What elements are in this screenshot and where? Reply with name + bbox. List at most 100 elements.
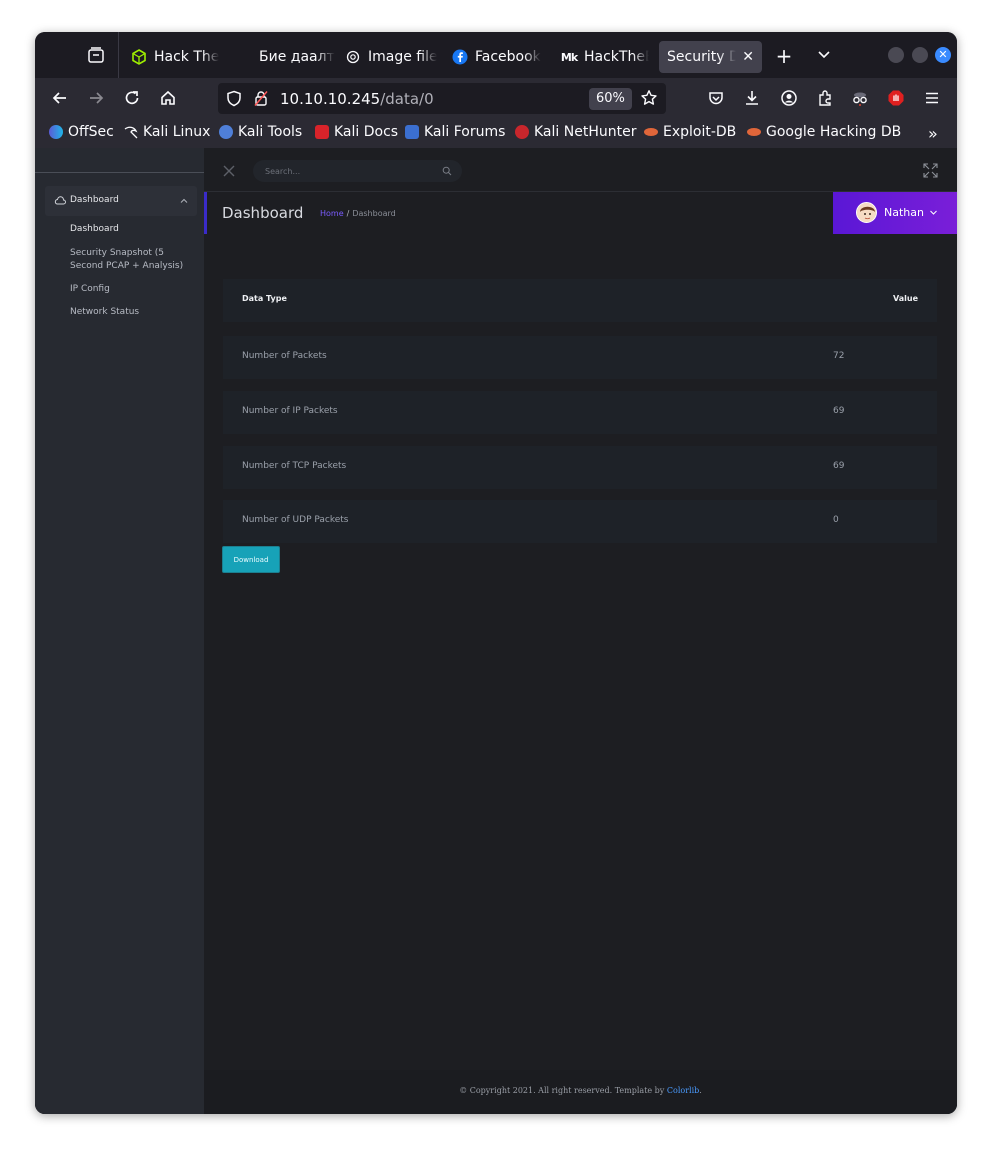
table-cell-value: 69	[833, 406, 845, 416]
kali-docs-icon	[315, 125, 329, 139]
sidebar: Dashboard Dashboard Security Snapshot (5…	[35, 148, 204, 1114]
bookmark-kali-forums[interactable]: Kali Forums	[405, 124, 505, 140]
tab-facebook[interactable]: Facebook	[452, 41, 550, 73]
cloud-icon	[54, 196, 66, 205]
chevron-double-right-icon[interactable]: »	[928, 124, 938, 143]
table-cell-value: 0	[833, 515, 839, 525]
search-box[interactable]	[253, 160, 462, 182]
sidebar-item-security-snapshot[interactable]: Security Snapshot (5 Second PCAP + Analy…	[70, 247, 190, 273]
breadcrumb-current: Dashboard	[352, 209, 396, 218]
sidebar-section-dashboard[interactable]: Dashboard	[45, 186, 197, 216]
user-name: Nathan	[884, 206, 924, 219]
insecure-lock-icon[interactable]	[254, 90, 268, 107]
bookmark-kali-tools[interactable]: Kali Tools	[219, 124, 302, 140]
browser-window: Hack The Бие даалт Image file Facebook M…	[35, 32, 957, 1114]
ublock-stop-icon[interactable]	[886, 88, 906, 108]
maximize-button[interactable]	[912, 47, 928, 63]
bookmark-label: Exploit-DB	[663, 124, 737, 140]
table-header-cell: Data Type	[242, 294, 287, 303]
colorlib-link[interactable]: Colorlib	[667, 1086, 699, 1095]
bookmark-label: Kali NetHunter	[534, 124, 637, 140]
tab-image-file[interactable]: Image file	[345, 41, 437, 73]
account-icon[interactable]	[779, 88, 799, 108]
reload-icon[interactable]	[122, 88, 142, 108]
download-button[interactable]: Download	[222, 546, 280, 573]
url-text[interactable]: 10.10.10.245/data/0	[280, 90, 434, 108]
kali-nethunter-icon	[515, 125, 529, 139]
forward-icon[interactable]	[86, 88, 106, 108]
bookmark-star-icon[interactable]	[640, 89, 658, 107]
incognito-extension-icon[interactable]	[850, 88, 870, 108]
search-icon[interactable]	[442, 166, 452, 176]
tab-title: Security Da	[667, 49, 737, 65]
breadcrumb: Home / Dashboard	[320, 209, 396, 218]
download-icon[interactable]	[742, 88, 762, 108]
facebook-icon	[452, 49, 468, 65]
shield-icon[interactable]	[226, 90, 242, 107]
back-icon[interactable]	[50, 88, 70, 108]
sidebar-item-dashboard[interactable]: Dashboard	[70, 223, 190, 236]
breadcrumb-home-link[interactable]: Home	[320, 209, 344, 218]
hackthebox-cube-icon	[131, 49, 147, 65]
tab-bie-daalt[interactable]: Бие даалт	[259, 41, 335, 73]
home-icon[interactable]	[158, 88, 178, 108]
url-path: /data/0	[380, 90, 434, 108]
table-cell-value: 69	[833, 461, 845, 471]
web-page: Dashboard Dashboard Security Snapshot (5…	[35, 148, 957, 1114]
bookmark-exploit-db[interactable]: Exploit-DB	[644, 124, 736, 140]
tab-medium[interactable]: Mk HackTheB	[561, 41, 649, 73]
bookmarks-bar: OffSec Kali Linux Kali Tools Kali Docs K…	[35, 118, 957, 148]
bookmark-kali-linux[interactable]: Kali Linux	[124, 124, 210, 140]
offsec-icon	[49, 125, 63, 139]
user-menu[interactable]: Nathan	[833, 192, 957, 234]
table-cell-label: Number of Packets	[242, 351, 327, 361]
breadcrumb-separator: /	[346, 209, 350, 218]
bookmark-google-hacking-db[interactable]: Google Hacking DB	[747, 124, 901, 140]
page-title: Dashboard	[222, 204, 304, 222]
exploit-db-icon	[644, 128, 658, 136]
sidebar-item-network-status[interactable]: Network Status	[70, 306, 190, 319]
close-icon[interactable]	[222, 164, 236, 178]
kali-dragon-icon	[124, 125, 138, 139]
table-row: Number of Packets 72	[223, 336, 937, 379]
chevron-up-icon[interactable]	[179, 196, 189, 206]
tab-hackthebox[interactable]: Hack The	[131, 41, 231, 73]
url-bar[interactable]: 10.10.10.245/data/0 60%	[218, 83, 666, 114]
bookmark-label: Google Hacking DB	[766, 124, 902, 140]
table-cell-label: Number of IP Packets	[242, 406, 338, 416]
fullscreen-icon[interactable]	[923, 163, 938, 178]
footer-text: © Copyright 2021. All right reserved. Te…	[204, 1086, 957, 1095]
tab-separator	[118, 32, 119, 78]
table-header-row: Data Type Value	[223, 279, 937, 322]
kali-forums-icon	[405, 125, 419, 139]
top-bar	[204, 148, 957, 192]
tab-title: Facebook	[475, 49, 541, 65]
menu-icon[interactable]	[922, 88, 942, 108]
tab-close-icon[interactable]: ✕	[742, 49, 754, 65]
sidebar-item-ip-config[interactable]: IP Config	[70, 283, 190, 296]
pocket-icon[interactable]	[706, 88, 726, 108]
sidebar-section-label: Dashboard	[70, 195, 119, 205]
bookmark-kali-nethunter[interactable]: Kali NetHunter	[515, 124, 636, 140]
kali-tools-icon	[219, 125, 233, 139]
openai-icon	[345, 49, 361, 65]
copyright-text: © Copyright 2021. All right reserved. Te…	[459, 1086, 665, 1095]
ghdb-icon	[747, 128, 761, 136]
tab-title: Hack The	[154, 49, 220, 65]
tab-security-dashboard[interactable]: Security Da ✕	[659, 41, 762, 73]
bookmark-label: Kali Forums	[424, 124, 506, 140]
tab-overview-icon[interactable]	[87, 46, 105, 64]
close-window-button[interactable]: ✕	[935, 47, 951, 63]
avatar	[856, 202, 877, 223]
zoom-level[interactable]: 60%	[589, 88, 632, 110]
new-tab-button[interactable]: +	[773, 44, 795, 68]
bookmark-label: Kali Linux	[143, 124, 211, 140]
bookmark-offsec[interactable]: OffSec	[49, 124, 114, 140]
table-row: Number of IP Packets 69	[223, 391, 937, 434]
footer-period: .	[699, 1086, 702, 1095]
search-input[interactable]	[265, 163, 435, 179]
bookmark-kali-docs[interactable]: Kali Docs	[315, 124, 398, 140]
minimize-button[interactable]	[888, 47, 904, 63]
extensions-icon[interactable]	[815, 88, 835, 108]
chevron-down-icon[interactable]	[816, 46, 832, 62]
